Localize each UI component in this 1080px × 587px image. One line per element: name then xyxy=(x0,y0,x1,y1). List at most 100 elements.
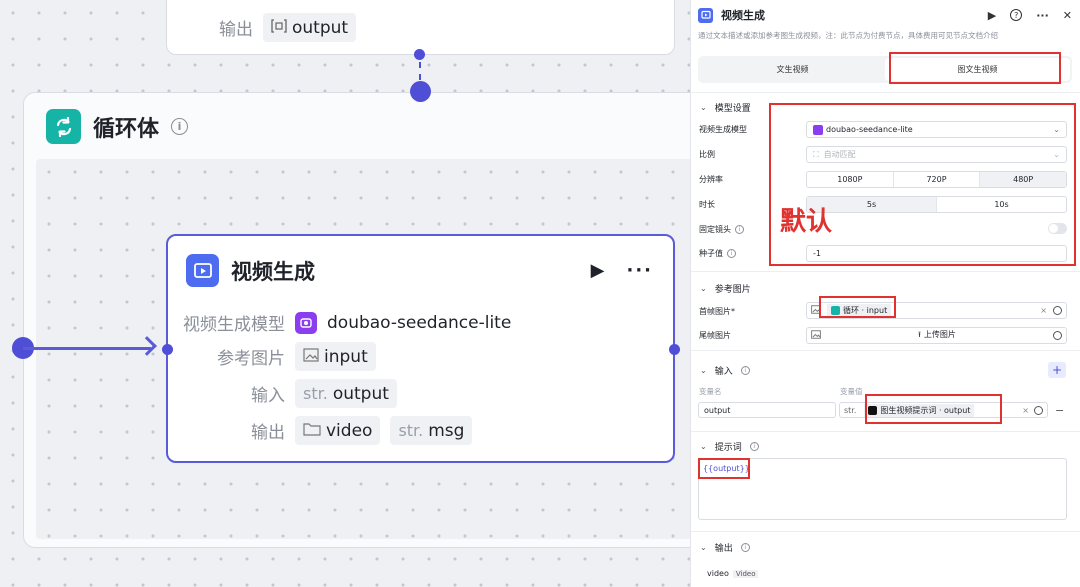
loop-input-port[interactable] xyxy=(410,81,431,102)
chevron-down-icon: ⌄ xyxy=(700,103,707,112)
output-param-name: output xyxy=(292,17,349,38)
input-param-name: output xyxy=(332,383,389,404)
upload-icon: ⭱ xyxy=(918,329,921,339)
close-icon[interactable]: ✕ xyxy=(1063,9,1072,22)
remove-variable-icon[interactable]: − xyxy=(1055,404,1064,417)
first-frame-label: 首帧图片* xyxy=(699,307,735,316)
output-type-prefix: str. xyxy=(398,421,424,440)
loop-header: 循环体 i xyxy=(46,109,189,144)
input-header[interactable]: ⌄ 输入 i xyxy=(700,364,750,377)
image-icon xyxy=(303,347,319,367)
more-icon[interactable]: ··· xyxy=(626,260,653,281)
var-name-input[interactable]: output xyxy=(698,402,836,418)
more-icon[interactable]: ··· xyxy=(1036,9,1049,22)
highlight-box xyxy=(769,103,1076,266)
output-row: 输出 video str. msg xyxy=(182,416,473,445)
image-icon xyxy=(811,330,821,341)
folder-icon xyxy=(303,421,321,441)
panel-actions: ▶ ? ··· ✕ xyxy=(988,9,1072,22)
upstream-output-row: 输出 output xyxy=(219,13,357,42)
panel-title: 视频生成 xyxy=(721,9,765,22)
ratio-label: 比例 xyxy=(699,150,715,159)
chevron-down-icon: ⌄ xyxy=(700,442,707,451)
play-icon[interactable]: ▶ xyxy=(591,260,605,281)
output-msg-name: msg xyxy=(428,420,465,441)
model-settings-title: 模型设置 xyxy=(714,104,751,114)
settings-icon[interactable] xyxy=(1034,405,1043,415)
output-item: video Video xyxy=(707,569,759,578)
node-settings-panel: 视频生成 ▶ ? ··· ✕ 通过文本描述或添加参考图生成视频，注：此节点为付费… xyxy=(690,0,1080,587)
video-icon xyxy=(698,7,713,23)
tab-text-to-video[interactable]: 文生视频 xyxy=(700,58,885,81)
ref-image-title: 参考图片 xyxy=(714,285,751,295)
input-row: 输入 str. output xyxy=(182,379,397,408)
video-generation-node[interactable]: 视频生成 ▶ ··· 视频生成模型 doubao-seedance-lite 参… xyxy=(166,234,675,463)
upstream-output-port[interactable] xyxy=(414,49,425,60)
highlight-box xyxy=(889,52,1061,84)
info-icon[interactable]: i xyxy=(727,249,736,258)
connection-arrow-line xyxy=(23,347,151,350)
connection-line xyxy=(419,62,421,80)
node-actions: ▶ ··· xyxy=(591,260,653,281)
input-title: 输入 xyxy=(714,367,733,377)
var-type: str. xyxy=(844,405,857,415)
node-output-port[interactable] xyxy=(669,344,680,355)
model-settings-header[interactable]: ⌄ 模型设置 xyxy=(700,101,751,114)
output-label: 输出 xyxy=(219,20,253,40)
video-model-label: 视频生成模型 xyxy=(699,125,747,134)
panel-description: 通过文本描述或添加参考图生成视频，注：此节点为付费节点，具体费用可见节点文档介绍 xyxy=(698,31,998,40)
help-icon[interactable]: ? xyxy=(1010,9,1023,21)
settings-icon[interactable] xyxy=(1053,306,1062,315)
clear-icon[interactable]: × xyxy=(1022,406,1029,415)
output-label: 输出 xyxy=(251,423,285,443)
output-video-name: video xyxy=(326,420,373,441)
input-type-prefix: str. xyxy=(303,384,328,403)
info-icon[interactable]: i xyxy=(740,366,750,375)
info-icon[interactable]: i xyxy=(171,118,189,135)
var-value-header: 变量值 xyxy=(840,387,863,396)
seed-row: 种子值 i xyxy=(699,248,736,259)
highlight-box xyxy=(865,394,1002,424)
last-frame-upload[interactable]: ⭱ 上传图片 xyxy=(806,327,1067,344)
input-param-pill: str. output xyxy=(295,379,397,408)
info-icon[interactable]: i xyxy=(740,543,750,552)
model-row: 视频生成模型 doubao-seedance-lite xyxy=(182,310,511,335)
play-icon[interactable]: ▶ xyxy=(988,9,996,22)
prompt-header[interactable]: ⌄ 提示词 i xyxy=(700,440,759,453)
resolution-label: 分辨率 xyxy=(699,175,723,184)
loop-title: 循环体 xyxy=(93,116,160,142)
add-variable-button[interactable]: + xyxy=(1048,362,1066,378)
highlight-box xyxy=(698,458,750,479)
output-header[interactable]: ⌄ 输出 i xyxy=(700,541,750,554)
output-msg-pill: str. msg xyxy=(390,416,473,445)
seed-label: 种子值 xyxy=(699,249,723,258)
ref-image-value: input xyxy=(324,346,368,367)
settings-icon[interactable] xyxy=(1053,331,1062,340)
ref-image-pill: input xyxy=(295,342,376,371)
ref-image-label: 参考图片 xyxy=(217,349,285,369)
node-input-port[interactable] xyxy=(162,344,173,355)
workflow-canvas[interactable]: 输出 output 循环体 i 视频生成 ▶ ··· 视频生成模型 doubao… xyxy=(0,0,690,587)
output-param-pill: output xyxy=(263,13,357,42)
last-frame-label: 尾帧图片 xyxy=(699,331,731,340)
list-icon xyxy=(271,18,287,38)
upload-button[interactable]: ⭱ 上传图片 xyxy=(918,329,956,343)
ref-image-row: 参考图片 input xyxy=(182,342,376,371)
model-brand-icon xyxy=(295,311,317,334)
video-icon xyxy=(186,254,219,287)
node-title: 视频生成 xyxy=(231,259,315,284)
var-name-value: output xyxy=(704,405,731,415)
clear-icon[interactable]: × xyxy=(1040,306,1047,315)
info-icon[interactable]: i xyxy=(749,442,759,451)
fixed-camera-row: 固定镜头 i xyxy=(699,224,744,235)
output-title: 输出 xyxy=(714,544,733,554)
output-video-pill: video xyxy=(295,416,381,445)
prompt-title: 提示词 xyxy=(714,443,742,453)
output-section: ⌄ 输出 i video Video xyxy=(691,531,1080,587)
chevron-down-icon: ⌄ xyxy=(700,284,707,293)
ref-image-header[interactable]: ⌄ 参考图片 xyxy=(700,282,751,295)
prompt-textarea[interactable]: {{output}} xyxy=(698,458,1067,520)
chevron-down-icon: ⌄ xyxy=(700,366,707,375)
upstream-node[interactable]: 输出 output xyxy=(166,0,675,55)
info-icon[interactable]: i xyxy=(735,225,744,234)
